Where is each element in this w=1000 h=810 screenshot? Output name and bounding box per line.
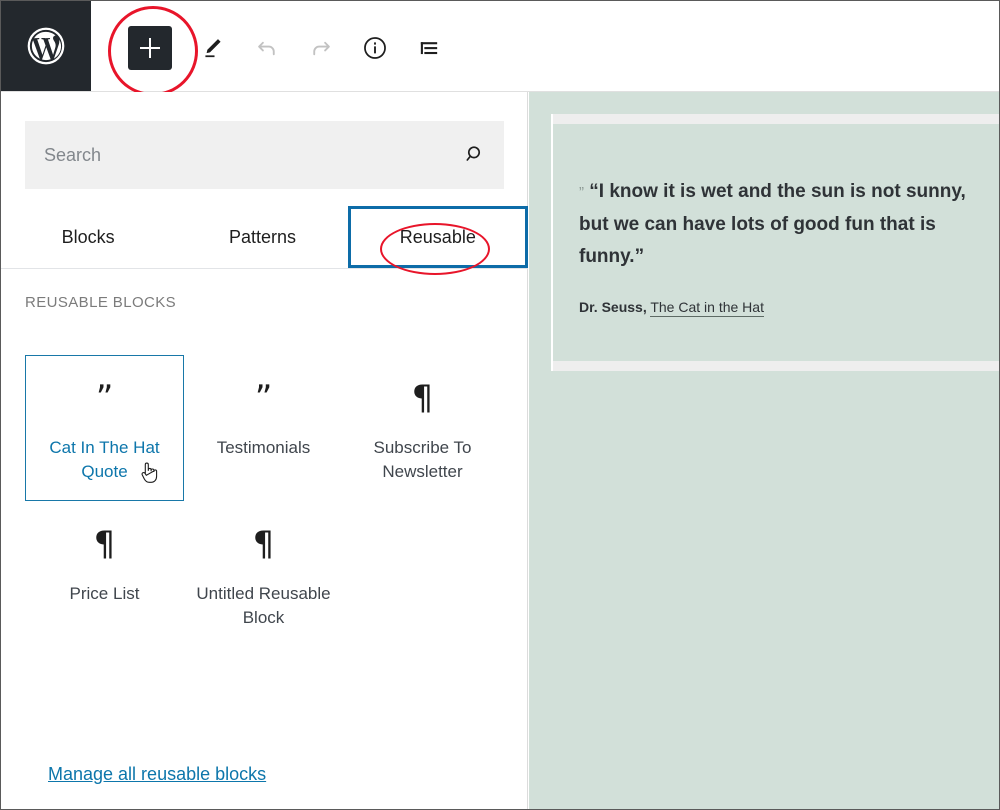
search-button[interactable]: [460, 140, 490, 170]
quote-citation: Dr. Seuss, The Cat in the Hat: [579, 299, 1000, 315]
tab-blocks[interactable]: Blocks: [1, 206, 175, 268]
redo-button[interactable]: [303, 30, 339, 66]
editor-toolbar: [1, 1, 1000, 92]
editor-canvas: ” “I know it is wet and the sun is not s…: [529, 92, 1000, 810]
info-icon: [361, 34, 389, 62]
search-input[interactable]: [25, 121, 504, 189]
quote-work-title: The Cat in the Hat: [650, 299, 764, 317]
reusable-block-label: Subscribe To Newsletter: [352, 436, 493, 484]
quote-text: “I know it is wet and the sun is not sun…: [579, 181, 966, 267]
inserter-tabs: Blocks Patterns Reusable: [1, 206, 528, 269]
wordpress-block-editor: Blocks Patterns Reusable REUSABLE BLOCKS…: [0, 0, 1000, 810]
tab-patterns[interactable]: Patterns: [175, 206, 349, 268]
wordpress-logo-button[interactable]: [1, 1, 91, 91]
reusable-block-item-subscribe-to-newsletter[interactable]: ¶ Subscribe To Newsletter: [343, 355, 502, 501]
reusable-block-label: Untitled Reusable Block: [193, 582, 334, 630]
wordpress-logo-icon: [24, 24, 68, 68]
tab-reusable-label: Reusable: [400, 227, 476, 248]
tab-reusable[interactable]: Reusable: [348, 206, 528, 268]
reusable-block-label: Cat In The Hat Quote: [34, 436, 175, 484]
reusable-block-item-cat-in-the-hat-quote[interactable]: ” Cat In The Hat Quote: [25, 355, 184, 501]
details-button[interactable]: [357, 30, 393, 66]
block-inserter-toggle-button[interactable]: [128, 26, 172, 70]
paragraph-icon: ¶: [94, 524, 116, 564]
block-inserter-toggle-wrap: [128, 26, 172, 70]
plus-icon: [140, 38, 160, 58]
quote-mark-icon: ”: [579, 184, 584, 201]
section-heading-reusable-blocks: REUSABLE BLOCKS: [25, 294, 176, 311]
tab-patterns-label: Patterns: [229, 227, 296, 248]
pencil-icon: [200, 35, 226, 61]
quote-text-paragraph: ” “I know it is wet and the sun is not s…: [579, 176, 979, 273]
search-icon: [463, 142, 487, 169]
quote-author: Dr. Seuss,: [579, 299, 647, 315]
reusable-block-item-price-list[interactable]: ¶ Price List: [25, 501, 184, 647]
search-row: [25, 121, 504, 189]
reusable-block-label: Testimonials: [217, 436, 311, 460]
quote-icon: ”: [96, 378, 114, 418]
reusable-blocks-grid: ” Cat In The Hat Quote ” Testimonials ¶ …: [25, 355, 503, 647]
block-inserter-panel: Blocks Patterns Reusable REUSABLE BLOCKS…: [1, 92, 528, 810]
edit-tool-button[interactable]: [195, 30, 231, 66]
paragraph-icon: ¶: [253, 524, 275, 564]
quote-block[interactable]: ” “I know it is wet and the sun is not s…: [551, 114, 1000, 371]
reusable-block-item-testimonials[interactable]: ” Testimonials: [184, 355, 343, 501]
undo-icon: [253, 34, 281, 62]
undo-button[interactable]: [249, 30, 285, 66]
reusable-block-item-untitled-reusable-block[interactable]: ¶ Untitled Reusable Block: [184, 501, 343, 647]
paragraph-icon: ¶: [412, 378, 434, 418]
quote-icon: ”: [255, 378, 273, 418]
reusable-block-label: Price List: [70, 582, 140, 606]
list-view-button[interactable]: [411, 30, 447, 66]
manage-all-reusable-blocks-link[interactable]: Manage all reusable blocks: [48, 764, 266, 785]
quote-block-inner: ” “I know it is wet and the sun is not s…: [553, 124, 1000, 361]
list-view-icon: [415, 34, 443, 62]
tab-blocks-label: Blocks: [62, 227, 115, 248]
redo-icon: [307, 34, 335, 62]
